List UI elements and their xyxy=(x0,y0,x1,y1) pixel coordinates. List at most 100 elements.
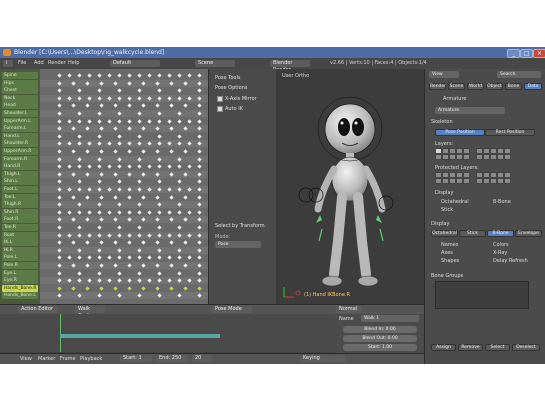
keyframe-marker[interactable] xyxy=(147,118,152,124)
keyframe-marker[interactable] xyxy=(97,96,102,101)
keyframe-marker[interactable] xyxy=(57,164,62,169)
keyframe-marker[interactable] xyxy=(77,88,82,93)
keyframe-marker[interactable] xyxy=(147,232,152,238)
keyframe-marker[interactable] xyxy=(57,293,62,299)
keyframe-marker[interactable] xyxy=(183,194,188,200)
keyframe-row[interactable] xyxy=(40,262,208,269)
axes-toggle[interactable]: Axes xyxy=(441,250,453,256)
tab-world[interactable]: World xyxy=(467,83,484,90)
keyframe-marker[interactable] xyxy=(57,263,62,268)
keyframe-marker[interactable] xyxy=(157,270,162,276)
keyframe-row[interactable] xyxy=(40,102,208,110)
keyframe-marker[interactable] xyxy=(177,118,182,124)
keyframe-marker[interactable] xyxy=(197,118,202,124)
keyframe-marker[interactable] xyxy=(113,240,118,245)
keyframe-marker[interactable] xyxy=(197,194,202,200)
layer-toggle[interactable] xyxy=(449,154,456,160)
keyframe-marker[interactable] xyxy=(177,88,182,93)
keyframe-marker[interactable] xyxy=(87,118,92,124)
keyframe-marker[interactable] xyxy=(157,179,162,185)
keyframe-marker[interactable] xyxy=(67,187,72,192)
keyframe-marker[interactable] xyxy=(155,103,160,109)
keyframe-marker[interactable] xyxy=(77,248,82,253)
keyframe-marker[interactable] xyxy=(141,194,146,200)
channel-row[interactable]: Hands_Bone.L xyxy=(2,292,38,300)
keyframe-marker[interactable] xyxy=(183,286,188,291)
keyframe-marker[interactable] xyxy=(71,240,76,245)
keyframe-marker[interactable] xyxy=(85,194,90,200)
keyframe-marker[interactable] xyxy=(113,263,118,268)
keyframe-marker[interactable] xyxy=(137,73,142,78)
keyframe-marker[interactable] xyxy=(197,255,202,261)
keyframe-marker[interactable] xyxy=(157,232,162,238)
keyframe-row[interactable] xyxy=(40,132,208,140)
keyframe-marker[interactable] xyxy=(187,278,192,283)
keyframe-marker[interactable] xyxy=(67,278,72,283)
keyframe-marker[interactable] xyxy=(107,232,112,238)
keyframe-marker[interactable] xyxy=(127,240,132,245)
keyframe-marker[interactable] xyxy=(117,225,122,230)
keyframe-marker[interactable] xyxy=(137,248,142,253)
keyframe-row[interactable] xyxy=(40,208,208,216)
keyframe-row[interactable] xyxy=(40,292,208,300)
bone-groups-title[interactable]: Bone Groups xyxy=(431,273,463,279)
octahedral-option[interactable]: Octahedral xyxy=(441,199,469,205)
keyframe-marker[interactable] xyxy=(57,187,62,192)
keyframe-marker[interactable] xyxy=(97,270,102,276)
keyframe-marker[interactable] xyxy=(157,111,162,116)
keyframe-marker[interactable] xyxy=(177,164,182,169)
protected-layers-grid[interactable] xyxy=(435,172,535,185)
channel-row[interactable]: Toe.R xyxy=(2,224,38,231)
keyframe-row[interactable] xyxy=(40,110,208,117)
channel-row[interactable]: Root xyxy=(2,231,38,239)
pose-position-button[interactable]: Pose Position xyxy=(435,129,485,136)
keyframe-marker[interactable] xyxy=(99,126,104,131)
keyframe-marker[interactable] xyxy=(85,286,90,291)
keyframe-marker[interactable] xyxy=(77,141,82,147)
keyframe-marker[interactable] xyxy=(117,141,122,147)
channel-row[interactable]: Forearm.R xyxy=(2,155,38,163)
blend-in-field[interactable]: Blend In: 0.00 xyxy=(343,326,417,333)
keyframe-marker[interactable] xyxy=(147,164,152,169)
keyframe-marker[interactable] xyxy=(113,217,118,223)
keyframe-marker[interactable] xyxy=(167,141,172,147)
keyframe-marker[interactable] xyxy=(197,263,202,268)
keyframe-marker[interactable] xyxy=(155,217,160,223)
stick-button[interactable]: Stick xyxy=(459,230,486,237)
keyframe-marker[interactable] xyxy=(85,103,90,109)
keyframe-marker[interactable] xyxy=(167,255,172,261)
keyframe-marker[interactable] xyxy=(147,255,152,261)
keyframe-marker[interactable] xyxy=(57,286,62,291)
keyframe-area[interactable] xyxy=(40,69,208,304)
keyframe-marker[interactable] xyxy=(97,210,102,215)
keyframe-marker[interactable] xyxy=(57,103,62,109)
keyframe-marker[interactable] xyxy=(155,80,160,86)
keyframe-marker[interactable] xyxy=(137,88,142,93)
keyframe-marker[interactable] xyxy=(157,293,162,299)
keyframe-marker[interactable] xyxy=(177,278,182,283)
tab-render[interactable]: Render xyxy=(429,83,446,90)
keyframe-marker[interactable] xyxy=(155,263,160,268)
keyframe-marker[interactable] xyxy=(157,225,162,230)
keyframe-marker[interactable] xyxy=(57,202,62,207)
keyframe-marker[interactable] xyxy=(141,80,146,86)
keyframe-marker[interactable] xyxy=(137,270,142,276)
keyframe-marker[interactable] xyxy=(71,217,76,223)
keyframe-marker[interactable] xyxy=(167,164,172,169)
keyframe-marker[interactable] xyxy=(127,80,132,86)
keyframe-row[interactable] xyxy=(40,284,208,292)
channel-row[interactable]: Hand.R xyxy=(2,163,38,171)
keyframe-marker[interactable] xyxy=(87,232,92,238)
keyframe-marker[interactable] xyxy=(127,194,132,200)
stick-option[interactable]: Stick xyxy=(441,207,453,213)
keyframe-marker[interactable] xyxy=(157,202,162,207)
keyframe-marker[interactable] xyxy=(127,103,132,109)
keyframe-marker[interactable] xyxy=(157,278,162,283)
channel-row[interactable]: Spine xyxy=(2,72,38,79)
keyframe-marker[interactable] xyxy=(117,88,122,93)
keyframe-marker[interactable] xyxy=(177,179,182,185)
keyframe-marker[interactable] xyxy=(137,293,142,299)
keyframe-marker[interactable] xyxy=(187,96,192,101)
keyframe-marker[interactable] xyxy=(85,126,90,131)
keyframe-marker[interactable] xyxy=(77,73,82,78)
